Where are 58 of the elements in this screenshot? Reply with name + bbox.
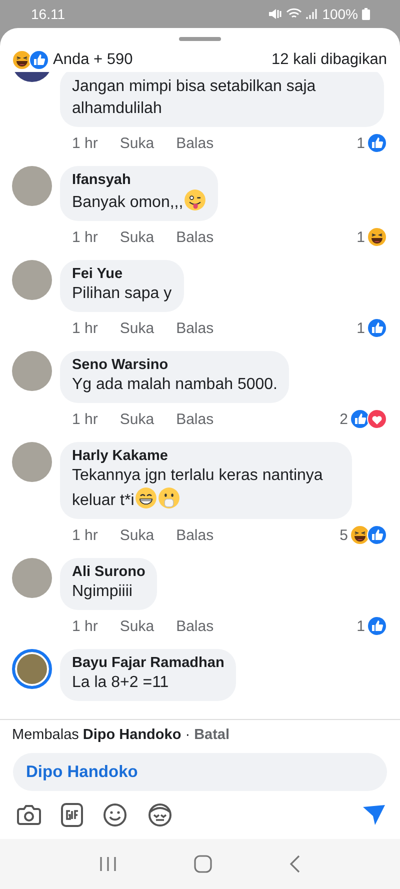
reply-link[interactable]: Balas — [176, 410, 214, 428]
wifi-icon — [286, 8, 302, 20]
reaction-count[interactable]: 5 — [340, 526, 348, 544]
comment-time: 1 hr — [72, 134, 98, 152]
drag-handle[interactable] — [179, 37, 221, 41]
sticker-face-icon[interactable] — [147, 803, 173, 827]
reply-link[interactable]: Balas — [176, 526, 214, 544]
comment-text: Tekannya jgn terlalu keras nantinya keluar t*i — [72, 467, 323, 509]
smiley-icon[interactable] — [103, 803, 127, 827]
comment-text: La la 8+2 =11 — [72, 674, 169, 691]
comment-time: 1 hr — [72, 228, 98, 246]
battery-level: 100% — [322, 6, 358, 22]
shares-count[interactable]: 12 kali dibagikan — [272, 51, 387, 69]
reaction-count[interactable]: 1 — [356, 320, 365, 336]
comment-time: 1 hr — [72, 618, 98, 634]
commenter-name[interactable]: Ifansyah — [72, 171, 206, 189]
mute-icon — [268, 8, 282, 20]
like-link[interactable]: Suka — [120, 410, 154, 428]
signal-icon — [306, 8, 318, 20]
replying-to-text: Membalas Dipo Handoko · — [12, 727, 190, 745]
back-icon[interactable] — [289, 855, 302, 873]
like-link[interactable]: Suka — [120, 134, 154, 152]
comment-input-field[interactable]: Dipo Handoko — [13, 753, 387, 791]
like-link[interactable]: Suka — [120, 228, 154, 246]
commenter-name[interactable]: Seno Warsino — [72, 356, 278, 374]
commenter-name[interactable]: Fei Yue — [72, 265, 172, 283]
like-link[interactable]: Suka — [120, 526, 154, 544]
like-link[interactable]: Suka — [120, 320, 154, 336]
gif-icon[interactable] — [61, 803, 83, 827]
comment-text: Pilihan sapa y — [72, 285, 172, 302]
reply-link[interactable]: Balas — [176, 618, 214, 634]
commenter-name[interactable]: Harly Kakame — [72, 447, 340, 465]
profile-avatar-with-ring[interactable] — [12, 649, 52, 689]
reply-link[interactable]: Balas — [176, 134, 214, 152]
reaction-count[interactable]: 1 — [356, 228, 365, 246]
recent-apps-icon[interactable] — [98, 856, 117, 872]
comment-text: Yg ada malah nambah 5000. — [72, 376, 278, 393]
comment-time: 1 hr — [72, 410, 98, 428]
battery-icon — [362, 8, 370, 20]
reply-link[interactable]: Balas — [176, 228, 214, 246]
comment-time: 1 hr — [72, 526, 98, 544]
like-link[interactable]: Suka — [120, 618, 154, 634]
comment-text: Ngimpiiii — [72, 583, 132, 600]
reaction-count[interactable]: 1 — [356, 134, 365, 152]
comment-time: 1 hr — [72, 320, 98, 336]
camera-icon[interactable] — [17, 804, 41, 826]
reply-link[interactable]: Balas — [176, 320, 214, 336]
reactors-count[interactable]: Anda + 590 — [53, 51, 133, 69]
commenter-name[interactable]: Ali Surono — [72, 563, 146, 581]
home-icon[interactable] — [194, 855, 212, 873]
clock: 16.11 — [31, 6, 65, 22]
commenter-name[interactable]: Bayu Fajar Ramadhan — [72, 654, 224, 672]
comment-text: Jangan mimpi bisa setabilkan saja alhamdulilah — [72, 78, 316, 117]
cancel-link[interactable]: Batal — [194, 727, 230, 749]
reaction-count[interactable]: 2 — [340, 410, 348, 428]
reaction-count[interactable]: 1 — [356, 618, 365, 634]
comment-text: Banyak omon,,, — [72, 194, 184, 211]
send-icon[interactable] — [362, 804, 386, 826]
